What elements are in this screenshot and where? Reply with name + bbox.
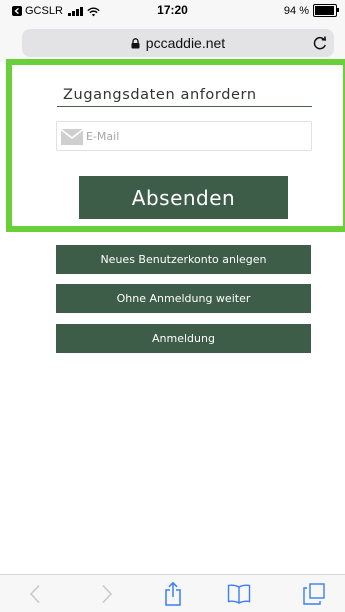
share-icon[interactable] [161,582,185,606]
back-icon[interactable] [23,583,47,605]
forward-icon[interactable] [95,583,119,605]
email-field[interactable] [56,121,312,151]
battery-icon [313,4,339,17]
create-account-button[interactable]: Neues Benutzerkonto anlegen [56,245,311,274]
browser-toolbar [0,574,345,612]
form-title: Zugangsdaten anfordern [63,87,257,103]
address-bar[interactable]: pccaddie.net [22,29,334,57]
phone-screen: GCSLR 17:20 94 % pccaddie.net Zugangsdat… [0,0,345,612]
submit-button[interactable]: Absenden [79,176,288,219]
browser-address-area: pccaddie.net [0,22,345,62]
login-button[interactable]: Anmeldung [56,324,311,353]
title-divider [57,106,312,107]
battery-indicator: 94 % [283,4,339,17]
email-input[interactable] [86,127,296,145]
continue-without-login-button[interactable]: Ohne Anmeldung weiter [56,284,311,313]
reload-icon[interactable] [312,35,328,51]
page-url: pccaddie.net [145,35,226,51]
mail-icon [60,128,84,145]
lock-icon [131,37,140,49]
status-bar: GCSLR 17:20 94 % [0,0,345,22]
address-content: pccaddie.net [22,35,334,51]
tabs-icon[interactable] [302,583,326,605]
battery-percent: 94 % [283,4,309,17]
bookmarks-icon[interactable] [227,583,251,605]
